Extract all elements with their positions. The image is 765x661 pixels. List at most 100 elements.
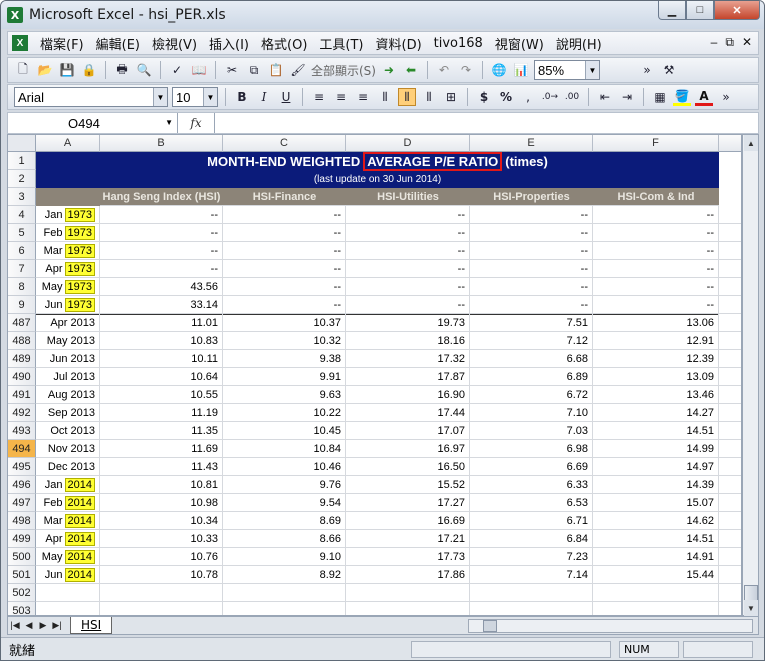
cell-value[interactable] [100, 602, 223, 615]
cell-value[interactable] [223, 584, 346, 602]
cell-value[interactable]: 14.99 [593, 440, 719, 458]
menu-window[interactable]: 視窗(W) [489, 34, 550, 53]
cell-value[interactable]: 9.38 [223, 350, 346, 368]
cell-value[interactable]: 10.45 [223, 422, 346, 440]
undo-icon[interactable]: ↶ [435, 61, 453, 79]
cell-empty[interactable] [719, 458, 741, 476]
comma-style-icon[interactable]: , [519, 88, 537, 106]
cell-date[interactable]: Jan 1973 [36, 206, 100, 224]
cell-empty[interactable] [719, 386, 741, 404]
row-header[interactable]: 494 [8, 440, 36, 458]
cell-empty[interactable] [719, 296, 741, 314]
cell-value[interactable]: 9.10 [223, 548, 346, 566]
cell-value[interactable]: 10.81 [100, 476, 223, 494]
cell-value[interactable]: 6.84 [470, 530, 593, 548]
cell-empty[interactable] [719, 404, 741, 422]
cell-date[interactable]: Apr 2014 [36, 530, 100, 548]
workbook-restore-icon[interactable]: ⧉ [725, 35, 734, 50]
cell-empty[interactable] [719, 350, 741, 368]
cell-value[interactable]: 18.16 [346, 332, 470, 350]
close-button[interactable]: ✕ [714, 1, 760, 20]
row-header[interactable]: 3 [8, 188, 36, 206]
horizontal-scroll-thumb[interactable] [483, 620, 497, 632]
cell-value[interactable]: 12.39 [593, 350, 719, 368]
column-header-g[interactable] [719, 135, 741, 152]
cell-value[interactable]: 10.34 [100, 512, 223, 530]
justify-icon[interactable]: ⦀ [420, 88, 438, 106]
menu-insert[interactable]: 插入(I) [203, 34, 255, 53]
cell-empty[interactable] [719, 476, 741, 494]
cell-value[interactable]: 10.84 [223, 440, 346, 458]
save-icon[interactable]: 💾 [58, 61, 76, 79]
name-box[interactable]: O494 ▼ [8, 113, 178, 133]
arrow-right-icon[interactable]: ➜ [380, 61, 398, 79]
workbook-close-icon[interactable]: ✕ [742, 35, 752, 50]
row-header[interactable]: 5 [8, 224, 36, 242]
font-size-dropdown[interactable]: 10 ▼ [172, 87, 218, 107]
row-header[interactable]: 503 [8, 602, 36, 615]
row-header[interactable]: 4 [8, 206, 36, 224]
cell-date[interactable]: May 1973 [36, 278, 100, 296]
menu-format[interactable]: 格式(O) [255, 34, 313, 53]
row-header[interactable]: 8 [8, 278, 36, 296]
cell-value[interactable]: 6.71 [470, 512, 593, 530]
percent-button[interactable]: % [497, 88, 515, 106]
cell-value[interactable]: 6.68 [470, 350, 593, 368]
cell-value[interactable]: 17.73 [346, 548, 470, 566]
scroll-down-icon[interactable]: ▼ [744, 600, 758, 616]
cell-value[interactable]: -- [470, 224, 593, 242]
row-header[interactable]: 497 [8, 494, 36, 512]
workbook-minimize-icon[interactable]: – [711, 35, 718, 50]
cell-value[interactable] [593, 602, 719, 615]
cell-value[interactable] [470, 584, 593, 602]
cell-value[interactable]: 10.32 [223, 332, 346, 350]
cell-value[interactable]: 16.90 [346, 386, 470, 404]
row-header[interactable]: 489 [8, 350, 36, 368]
italic-button[interactable]: I [255, 88, 273, 106]
row-header[interactable]: 501 [8, 566, 36, 584]
cell-value[interactable]: -- [593, 278, 719, 296]
cell-date[interactable]: Jul 2013 [36, 368, 100, 386]
cell-value[interactable]: 16.50 [346, 458, 470, 476]
cell-value[interactable]: 9.54 [223, 494, 346, 512]
paste-icon[interactable]: 📋 [267, 61, 285, 79]
cell-date[interactable]: Dec 2013 [36, 458, 100, 476]
cell-value[interactable]: 13.09 [593, 368, 719, 386]
cell-value[interactable]: 7.12 [470, 332, 593, 350]
increase-decimal-icon[interactable]: .0→ [541, 88, 559, 106]
select-all-corner[interactable] [8, 135, 36, 152]
cell-empty[interactable] [719, 548, 741, 566]
cell-date[interactable]: Mar 2014 [36, 512, 100, 530]
cell-value[interactable]: 17.44 [346, 404, 470, 422]
cell-value[interactable]: 14.27 [593, 404, 719, 422]
cell-empty[interactable] [719, 584, 741, 602]
copy-icon[interactable]: ⧉ [245, 61, 263, 79]
row-header[interactable]: 487 [8, 314, 36, 332]
cell-value[interactable]: 14.97 [593, 458, 719, 476]
column-header-a[interactable]: A [36, 135, 100, 152]
cell-value[interactable]: -- [470, 278, 593, 296]
cell-value[interactable]: 12.91 [593, 332, 719, 350]
cell-empty[interactable] [719, 314, 741, 332]
cell-value[interactable]: 14.51 [593, 422, 719, 440]
distribute-icon[interactable]: ⦀ [376, 88, 394, 106]
cell-value[interactable]: -- [470, 260, 593, 278]
cell-value[interactable]: 10.76 [100, 548, 223, 566]
toolbar-options-icon[interactable]: » [638, 61, 656, 79]
row-header[interactable]: 500 [8, 548, 36, 566]
chevron-down-icon[interactable]: ▼ [584, 61, 599, 79]
cell-value[interactable]: 14.51 [593, 530, 719, 548]
cell-value[interactable]: 14.39 [593, 476, 719, 494]
cell-value[interactable]: 10.98 [100, 494, 223, 512]
row-header[interactable]: 7 [8, 260, 36, 278]
cell-value[interactable]: 10.64 [100, 368, 223, 386]
cell-date[interactable] [36, 584, 100, 602]
show-all-button[interactable]: 全部顯示(S) [311, 61, 376, 79]
cell-value[interactable]: 7.10 [470, 404, 593, 422]
print-preview-icon[interactable]: 🔍 [135, 61, 153, 79]
chevron-down-icon[interactable]: ▼ [153, 88, 167, 106]
cell-value[interactable]: -- [593, 224, 719, 242]
cell-value[interactable]: -- [346, 224, 470, 242]
cell-empty[interactable] [719, 332, 741, 350]
cell-value[interactable]: 6.98 [470, 440, 593, 458]
